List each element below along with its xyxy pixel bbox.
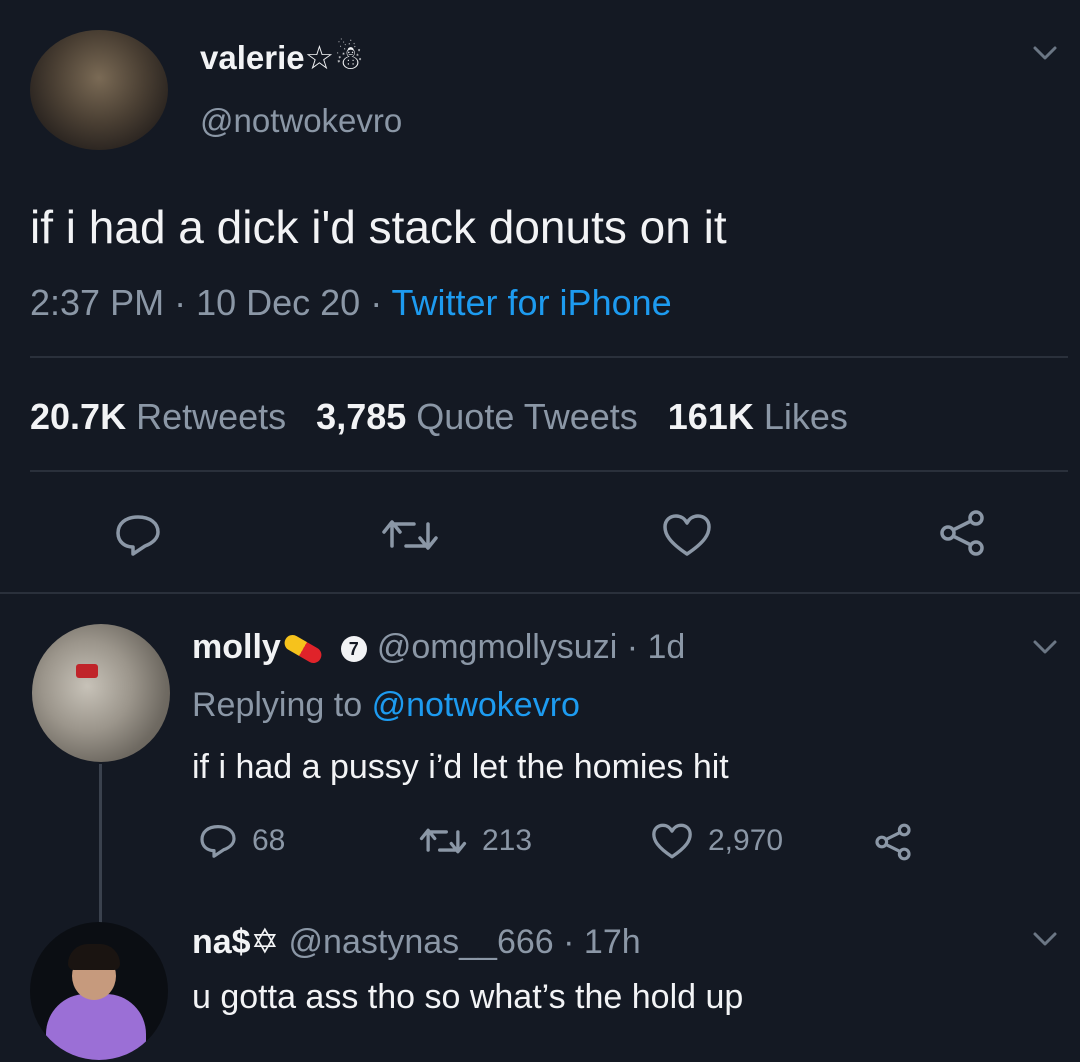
reply-handle[interactable]: @omgmollysuzi	[377, 628, 617, 666]
reply-header: na$✡ @nastynas__666 · 17h	[192, 923, 641, 961]
reply-header: molly 7 @omgmollysuzi · 1d	[192, 628, 686, 666]
share-button[interactable]	[872, 822, 928, 862]
chevron-down-icon[interactable]	[1032, 638, 1058, 656]
retweets-stat[interactable]: 20.7K Retweets	[30, 396, 286, 437]
reply-age: 17h	[583, 923, 641, 961]
tweet-meta: 2:37 PM · 10 Dec 20 · Twitter for iPhone	[30, 282, 672, 323]
chevron-down-icon[interactable]	[1032, 930, 1058, 948]
likes-stat[interactable]: 161K Likes	[668, 396, 848, 437]
reply-handle[interactable]: @nastynas__666	[289, 923, 554, 961]
main-display-name[interactable]: valerie☆☃	[200, 38, 364, 77]
valerie-avatar[interactable]	[30, 30, 168, 150]
replying-to-link[interactable]: @notwokevro	[372, 686, 580, 724]
reply-icon[interactable]	[113, 512, 163, 558]
reply-button[interactable]: 68	[198, 822, 285, 860]
tweet-time: 2:37 PM	[30, 282, 165, 323]
tweet-source-link[interactable]: Twitter for iPhone	[392, 282, 672, 323]
retweet-icon[interactable]	[380, 512, 440, 558]
like-count: 2,970	[708, 824, 784, 857]
reply-icon	[200, 825, 236, 858]
snowman-emoji: ☃	[334, 39, 364, 76]
chevron-down-icon[interactable]	[1032, 44, 1058, 62]
tweet-stats: 20.7K Retweets 3,785 Quote Tweets 161K Lik…	[30, 396, 848, 438]
share-icon	[875, 823, 911, 861]
quotes-stat[interactable]: 3,785 Quote Tweets	[316, 396, 638, 437]
reply-text: u gotta ass tho so what’s the hold up	[192, 978, 744, 1016]
divider	[30, 470, 1068, 472]
reply-text: if i had a pussy i’d let the homies hit	[192, 748, 729, 786]
retweet-count: 213	[482, 824, 533, 857]
reply-count: 68	[252, 824, 286, 857]
badge-icon: 7	[340, 636, 367, 663]
star-emoji: ✡	[250, 923, 280, 961]
nas-avatar[interactable]	[30, 922, 168, 1060]
tweet-thread: valerie☆☃ @notwokevro if i had a dick i'…	[0, 0, 1080, 1062]
divider	[30, 356, 1068, 358]
retweet-icon	[419, 828, 467, 854]
like-button[interactable]: 2,970	[650, 822, 783, 860]
divider	[0, 592, 1080, 594]
molly-avatar[interactable]	[32, 624, 170, 762]
retweet-button[interactable]: 213	[418, 822, 532, 860]
reply-display-name[interactable]: na$	[192, 923, 251, 961]
tweet-date: 10 Dec 20	[196, 282, 361, 323]
main-handle[interactable]: @notwokevro	[200, 102, 402, 140]
replying-to: Replying to @notwokevro	[192, 686, 580, 724]
pill-emoji	[281, 632, 325, 666]
like-icon[interactable]	[661, 512, 713, 558]
thread-line	[99, 764, 102, 924]
tweet-text: if i had a dick i'd stack donuts on it	[30, 201, 727, 253]
share-icon[interactable]	[936, 508, 988, 558]
reply-age: 1d	[647, 628, 686, 666]
like-icon	[652, 823, 692, 859]
reply-display-name[interactable]: molly	[192, 628, 281, 666]
